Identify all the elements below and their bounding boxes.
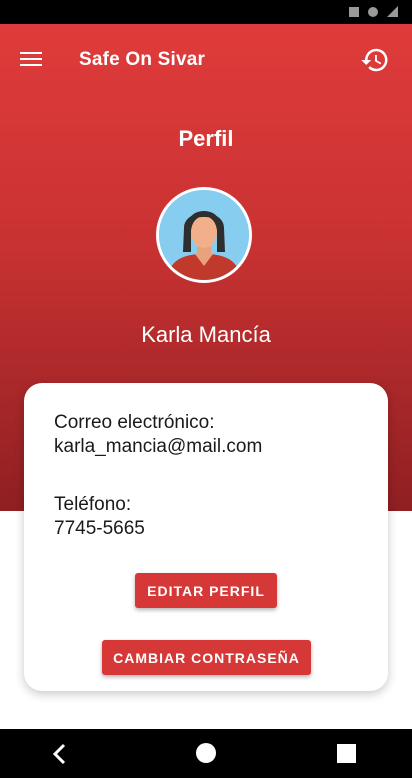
- avatar: [156, 187, 252, 283]
- status-icons: [349, 6, 398, 17]
- phone-label: Teléfono:: [54, 494, 132, 515]
- navigation-bar: [0, 729, 412, 778]
- phone-value: 7745-5665: [54, 518, 145, 539]
- change-password-button[interactable]: CAMBIAR CONTRASEÑA: [102, 640, 311, 675]
- email-label: Correo electrónico:: [54, 412, 215, 433]
- user-name: Karla Mancía: [141, 322, 271, 347]
- status-bar: [0, 0, 412, 24]
- profile-details-card: Correo electrónico: karla_mancia@mail.co…: [24, 383, 388, 691]
- notification-dot-icon: [368, 6, 378, 17]
- app-title: Safe On Sivar: [79, 49, 206, 70]
- signal-icon: [387, 6, 398, 17]
- notification-square-icon: [349, 6, 359, 17]
- recents-square-icon[interactable]: [337, 744, 356, 763]
- email-value: karla_mancia@mail.com: [54, 436, 263, 457]
- home-circle-icon[interactable]: [196, 743, 216, 763]
- female-avatar-icon: [159, 190, 249, 280]
- history-icon[interactable]: [360, 45, 390, 75]
- menu-icon[interactable]: [20, 50, 44, 70]
- edit-profile-button[interactable]: EDITAR PERFIL: [135, 573, 277, 608]
- app-bar: Safe On Sivar: [0, 24, 412, 96]
- back-triangle-icon[interactable]: [50, 743, 70, 765]
- page-title: Perfil: [178, 126, 234, 151]
